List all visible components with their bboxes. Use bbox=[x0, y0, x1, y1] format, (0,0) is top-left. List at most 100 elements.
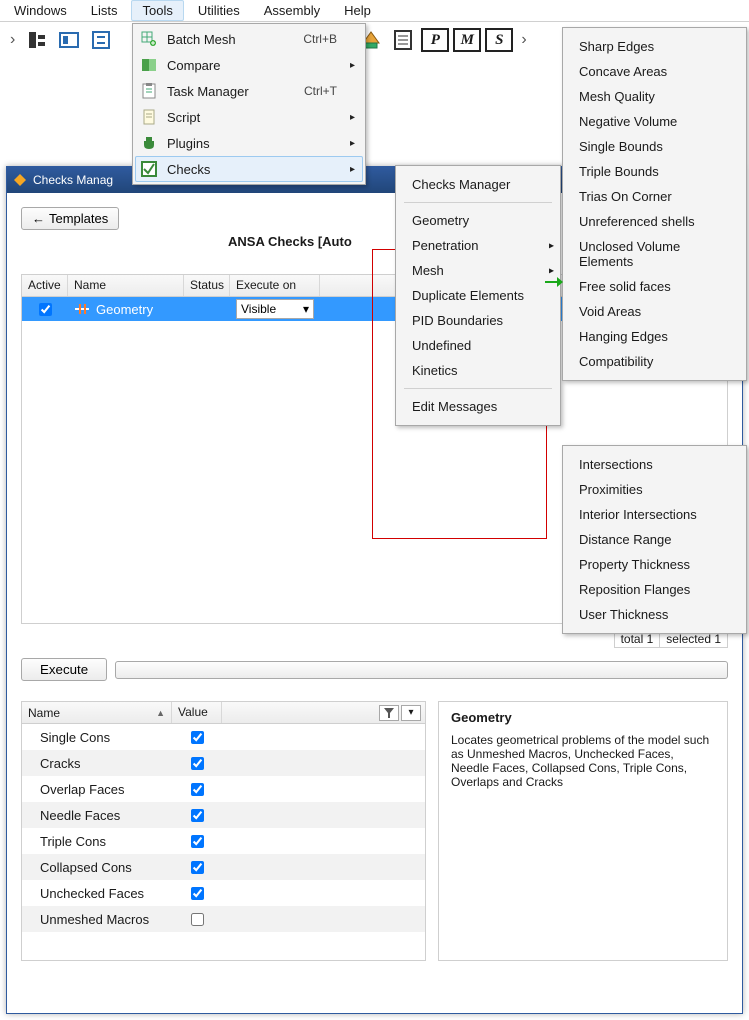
menu-lists[interactable]: Lists bbox=[81, 1, 128, 20]
row-active-checkbox[interactable] bbox=[39, 303, 52, 316]
submenu-item-duplicate-elements[interactable]: Duplicate Elements bbox=[396, 283, 560, 308]
prop-checkbox[interactable] bbox=[191, 835, 204, 848]
prop-row-unmeshed-macros[interactable]: Unmeshed Macros bbox=[22, 906, 425, 932]
props-col-value[interactable]: Value bbox=[172, 702, 222, 723]
prop-row-overlap-faces[interactable]: Overlap Faces bbox=[22, 776, 425, 802]
toolbar-overflow-right-icon[interactable]: › bbox=[517, 31, 530, 49]
submenu-item-undefined[interactable]: Undefined bbox=[396, 333, 560, 358]
prop-checkbox[interactable] bbox=[191, 913, 204, 926]
tools-item-task-manager[interactable]: Task ManagerCtrl+T bbox=[135, 78, 363, 104]
check-icon bbox=[139, 159, 159, 179]
menu-utilities[interactable]: Utilities bbox=[188, 1, 250, 20]
tools-item-script[interactable]: Script▸ bbox=[135, 104, 363, 130]
row-name-label: Geometry bbox=[96, 302, 153, 317]
prop-row-cracks[interactable]: Cracks bbox=[22, 750, 425, 776]
submenu-item-pid-boundaries[interactable]: PID Boundaries bbox=[396, 308, 560, 333]
menu-shortcut: Ctrl+T bbox=[304, 84, 337, 98]
mesh-item-triple-bounds[interactable]: Triple Bounds bbox=[563, 159, 746, 184]
description-body: Locates geometrical problems of the mode… bbox=[451, 733, 715, 789]
tools-item-batch-mesh[interactable]: Batch MeshCtrl+B bbox=[135, 26, 363, 52]
extra-item-reposition-flanges[interactable]: Reposition Flanges bbox=[563, 577, 746, 602]
tools-menu: Batch MeshCtrl+B Compare ▸ Task ManagerCtrl… bbox=[132, 23, 366, 185]
menu-item-label: Script bbox=[167, 110, 337, 125]
mesh-item-sharp-edges[interactable]: Sharp Edges bbox=[563, 34, 746, 59]
toolbar-s-icon[interactable]: S bbox=[485, 28, 513, 52]
submenu-item-edit-messages[interactable]: Edit Messages bbox=[396, 394, 560, 419]
prop-name: Unmeshed Macros bbox=[22, 912, 172, 927]
mesh-item-single-bounds[interactable]: Single Bounds bbox=[563, 134, 746, 159]
col-status[interactable]: Status bbox=[184, 275, 230, 296]
prop-name: Triple Cons bbox=[22, 834, 172, 849]
prop-name: Single Cons bbox=[22, 730, 172, 745]
mesh-item-free-solid-faces[interactable]: Free solid faces bbox=[563, 274, 746, 299]
extra-item-property-thickness[interactable]: Property Thickness bbox=[563, 552, 746, 577]
props-col-name[interactable]: Name ▲ bbox=[22, 702, 172, 723]
mesh-item-mesh-quality[interactable]: Mesh Quality bbox=[563, 84, 746, 109]
extra-submenu: IntersectionsProximitiesInterior Interse… bbox=[562, 445, 747, 634]
mesh-item-concave-areas[interactable]: Concave Areas bbox=[563, 59, 746, 84]
submenu-arrow-icon: ▸ bbox=[345, 164, 355, 175]
window-title: Checks Manag bbox=[33, 173, 113, 187]
execute-on-dropdown[interactable]: Visible ▾ bbox=[236, 299, 314, 319]
prop-row-single-cons[interactable]: Single Cons bbox=[22, 724, 425, 750]
extra-item-distance-range[interactable]: Distance Range bbox=[563, 527, 746, 552]
toolbar-btn-2[interactable] bbox=[55, 26, 83, 54]
menu-tools[interactable]: Tools bbox=[131, 0, 183, 21]
submenu-item-mesh[interactable]: Mesh▸ bbox=[396, 258, 560, 283]
toolbar-m-icon[interactable]: M bbox=[453, 28, 481, 52]
menu-help[interactable]: Help bbox=[334, 1, 381, 20]
submenu-arrow-icon: ▸ bbox=[345, 60, 355, 71]
filter-menu-button[interactable]: ▾ bbox=[401, 705, 421, 721]
annotation-arrow-icon bbox=[545, 276, 563, 288]
menu-item-label: Compare bbox=[167, 58, 337, 73]
tools-item-compare[interactable]: Compare ▸ bbox=[135, 52, 363, 78]
col-active[interactable]: Active bbox=[22, 275, 68, 296]
toolbar-btn-1[interactable] bbox=[23, 26, 51, 54]
prop-row-unchecked-faces[interactable]: Unchecked Faces bbox=[22, 880, 425, 906]
prop-row-collapsed-cons[interactable]: Collapsed Cons bbox=[22, 854, 425, 880]
menu-assembly[interactable]: Assembly bbox=[254, 1, 330, 20]
tools-item-checks[interactable]: Checks▸ bbox=[135, 156, 363, 182]
checks-heading: ANSA Checks [Auto bbox=[228, 234, 352, 249]
tools-item-plugins[interactable]: Plugins▸ bbox=[135, 130, 363, 156]
submenu-item-geometry[interactable]: Geometry bbox=[396, 208, 560, 233]
mesh-item-unreferenced-shells[interactable]: Unreferenced shells bbox=[563, 209, 746, 234]
extra-item-interior-intersections[interactable]: Interior Intersections bbox=[563, 502, 746, 527]
toolbar-btn-3[interactable] bbox=[87, 26, 115, 54]
prop-name: Unchecked Faces bbox=[22, 886, 172, 901]
prop-checkbox[interactable] bbox=[191, 887, 204, 900]
extra-item-intersections[interactable]: Intersections bbox=[563, 452, 746, 477]
filter-button[interactable] bbox=[379, 705, 399, 721]
menu-item-label: Plugins bbox=[167, 136, 337, 151]
mesh-item-unclosed-volume-elements[interactable]: Unclosed Volume Elements bbox=[563, 234, 746, 274]
submenu-item-checks-manager[interactable]: Checks Manager bbox=[396, 172, 560, 197]
execute-button[interactable]: Execute bbox=[21, 658, 107, 681]
prop-checkbox[interactable] bbox=[191, 783, 204, 796]
prop-checkbox[interactable] bbox=[191, 757, 204, 770]
prop-checkbox[interactable] bbox=[191, 731, 204, 744]
mesh-item-trias-on-corner[interactable]: Trias On Corner bbox=[563, 184, 746, 209]
extra-item-user-thickness[interactable]: User Thickness bbox=[563, 602, 746, 627]
mesh-item-void-areas[interactable]: Void Areas bbox=[563, 299, 746, 324]
mesh-item-negative-volume[interactable]: Negative Volume bbox=[563, 109, 746, 134]
prop-row-triple-cons[interactable]: Triple Cons bbox=[22, 828, 425, 854]
toolbar-overflow-left-icon[interactable]: › bbox=[6, 31, 19, 49]
submenu-item-penetration[interactable]: Penetration▸ bbox=[396, 233, 560, 258]
prop-name: Collapsed Cons bbox=[22, 860, 172, 875]
templates-button[interactable]: ← Templates bbox=[21, 207, 119, 230]
grid-plus-icon bbox=[139, 29, 159, 49]
prop-row-needle-faces[interactable]: Needle Faces bbox=[22, 802, 425, 828]
prop-checkbox[interactable] bbox=[191, 861, 204, 874]
extra-item-proximities[interactable]: Proximities bbox=[563, 477, 746, 502]
col-execute-on[interactable]: Execute on bbox=[230, 275, 320, 296]
submenu-item-kinetics[interactable]: Kinetics bbox=[396, 358, 560, 383]
plug-icon bbox=[139, 133, 159, 153]
toolbar-p-icon[interactable]: P bbox=[421, 28, 449, 52]
mesh-item-hanging-edges[interactable]: Hanging Edges bbox=[563, 324, 746, 349]
funnel-icon bbox=[384, 708, 394, 718]
menu-windows[interactable]: Windows bbox=[4, 1, 77, 20]
toolbar-btn-5[interactable] bbox=[389, 26, 417, 54]
prop-checkbox[interactable] bbox=[191, 809, 204, 822]
col-name[interactable]: Name bbox=[68, 275, 184, 296]
mesh-item-compatibility[interactable]: Compatibility bbox=[563, 349, 746, 374]
